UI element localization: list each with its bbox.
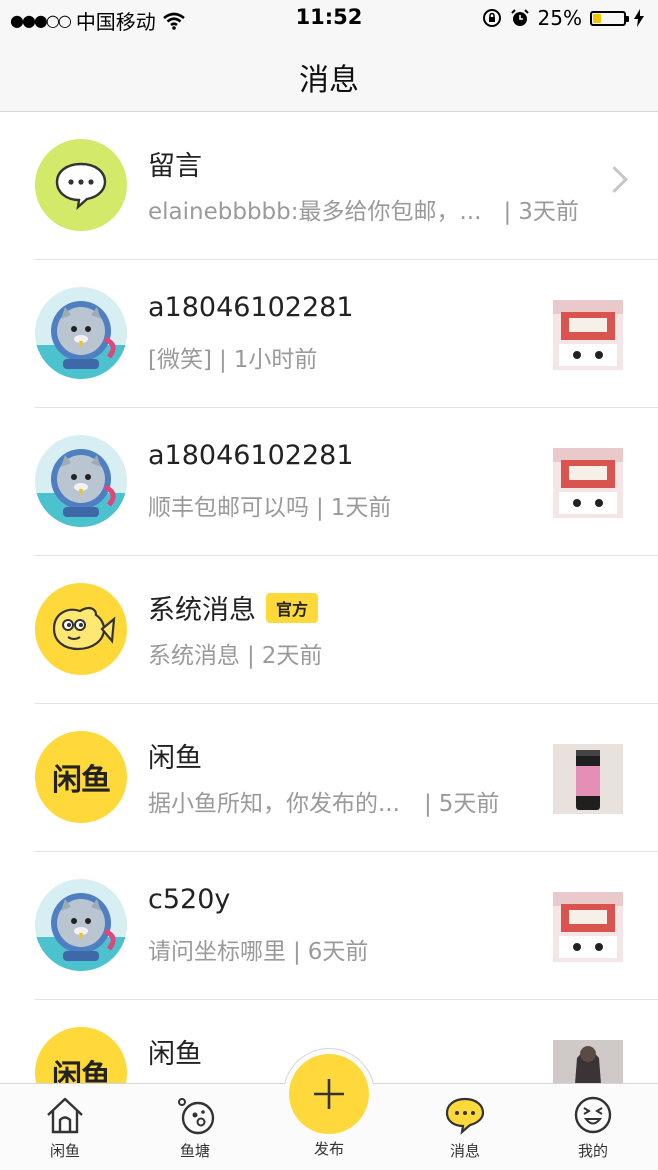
plus-icon [314,1079,344,1109]
tab-mine[interactable]: 我的 [543,1094,643,1161]
xianyu-logo-text: 闲鱼 [52,763,111,798]
message-preview-line: 请问坐标哪里 | 6天前 [148,939,369,965]
messages-icon [445,1097,485,1135]
item-thumbnail[interactable] [553,892,623,962]
status-right: 25% [482,6,644,30]
message-preview-line: 顺丰包邮可以吗 | 1天前 [148,495,392,521]
message-sender: 闲鱼 [148,1039,202,1070]
message-row[interactable]: a18046102281 顺丰包邮可以吗 | 1天前 [0,408,658,556]
tab-mine-label: 我的 [577,1142,608,1160]
comment-bubble-icon [35,139,127,231]
official-badge: 官方 [266,592,319,623]
seal-astronaut-avatar [35,879,127,971]
message-time: 1天前 [330,495,392,521]
seal-astronaut-avatar [35,435,127,527]
xianyu-logo: 闲鱼 [35,731,127,823]
message-row[interactable]: 闲鱼 闲鱼 据小鱼所知，你发布的... | 5天前 [0,704,658,852]
message-sender: c520y [148,884,231,915]
home-icon [47,1097,83,1134]
tab-messages[interactable]: 消息 [415,1094,515,1161]
message-preview-line: 系统消息 | 2天前 [148,643,323,669]
fish-mascot-avatar [35,583,127,675]
message-sender: 留言 [148,151,202,182]
status-bar: ●●●○○ 中国移动 11:52 25% [0,0,658,38]
message-preview-line: 据小鱼所知，你发布的... | 5天前 [148,791,500,817]
message-sender: a18046102281 [148,292,354,323]
message-sender: a18046102281 [148,440,354,471]
message-row[interactable]: 系统消息 官方 系统消息 | 2天前 [0,556,658,704]
message-row[interactable]: c520y 请问坐标哪里 | 6天前 [0,852,658,1000]
tab-home-label: 闲鱼 [49,1142,80,1160]
message-time: 3天前 [518,199,579,225]
alarm-icon [510,9,529,26]
message-preview: 据小鱼所知，你发布的... [148,791,400,817]
tab-messages-label: 消息 [449,1142,480,1160]
message-sender-wrap: 系统消息 官方 [148,588,319,627]
message-time: 1小时前 [233,347,318,373]
publish-label: 发布 [313,1140,344,1158]
charging-bolt-icon [634,9,644,27]
message-row[interactable]: 留言 elainebbbbb:最多给你包邮，... | 3天前 [0,112,658,260]
message-row[interactable]: a18046102281 [微笑] | 1小时前 [0,260,658,408]
message-preview: 请问坐标哪里 [148,939,286,965]
battery-icon [590,10,629,26]
message-preview: [微笑] [148,347,212,373]
profile-face-icon [574,1096,612,1134]
tab-home[interactable]: 闲鱼 [15,1094,115,1161]
tab-pond[interactable]: 鱼塘 [145,1094,245,1161]
battery-percent: 25% [537,6,582,30]
message-sender: 系统消息 [148,595,256,626]
rotation-lock-icon [482,9,501,27]
nav-bar: 消息 [0,38,658,112]
item-thumbnail[interactable] [553,744,623,814]
item-thumbnail[interactable] [553,300,623,370]
chevron-right-icon [601,166,628,193]
message-time: 6天前 [307,939,369,965]
publish-button[interactable] [289,1054,369,1134]
message-preview-line: [微笑] | 1小时前 [148,347,318,373]
message-time: 2天前 [261,643,323,669]
page-title: 消息 [299,63,359,98]
item-thumbnail[interactable] [553,448,623,518]
message-list[interactable]: 留言 elainebbbbb:最多给你包邮，... | 3天前 a180461022… [0,112,658,1148]
message-time: 5天前 [438,791,500,817]
message-preview: 系统消息 [148,643,240,669]
pond-icon [178,1098,215,1135]
seal-astronaut-avatar [35,287,127,379]
message-preview: 顺丰包邮可以吗 [148,495,309,521]
message-preview-line: elainebbbbb:最多给你包邮，... | 3天前 [148,199,579,225]
message-preview: elainebbbbb:最多给你包邮，... [148,199,482,225]
message-sender: 闲鱼 [148,743,202,774]
tab-pond-label: 鱼塘 [179,1142,210,1160]
